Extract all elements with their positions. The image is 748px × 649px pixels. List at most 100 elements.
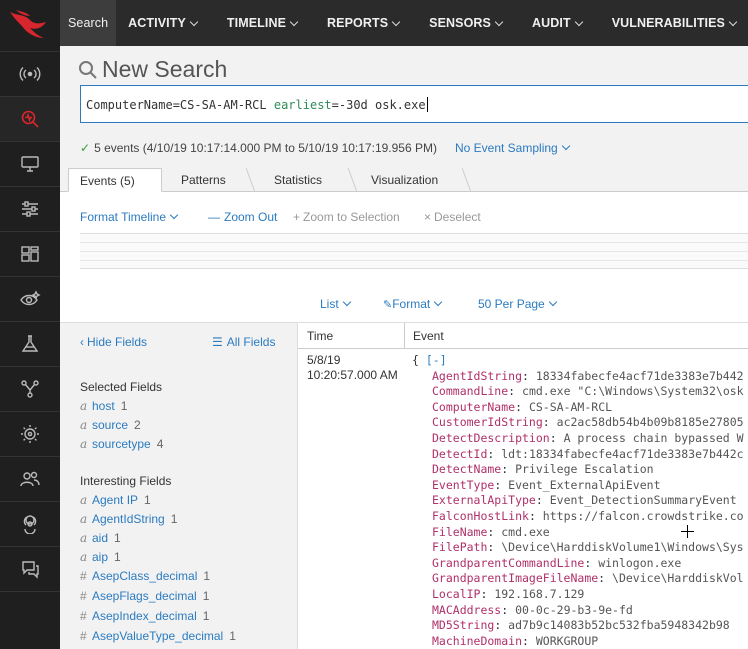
field-type-icon: a [80, 418, 88, 432]
all-fields-button[interactable]: ☰ All Fields [212, 335, 275, 349]
flask-icon[interactable] [0, 321, 60, 366]
json-key[interactable]: AgentIdString [432, 369, 522, 383]
users-icon[interactable] [0, 456, 60, 501]
json-value[interactable]: \Device\HarddiskVol [612, 571, 744, 585]
zoom-out-button[interactable]: — Zoom Out [208, 210, 277, 224]
json-key[interactable]: DetectDescription [432, 431, 550, 445]
chevron-down-icon [728, 17, 738, 26]
nav-search[interactable]: Search [60, 0, 117, 46]
tab-statistics[interactable]: Statistics [274, 168, 322, 192]
json-value[interactable]: 18334fabecfe4acf71de3383e7b442 [536, 369, 744, 383]
search-query-input[interactable]: ComputerName=CS-SA-AM-RCL earliest=-30d … [80, 85, 748, 123]
json-key[interactable]: DetectName [432, 462, 501, 476]
json-value[interactable]: Event_DetectionSummaryEvent [550, 493, 737, 507]
minus-icon: — [208, 210, 220, 224]
per-page-dropdown[interactable]: 50 Per Page [478, 297, 557, 311]
json-value[interactable]: WORKGROUP [536, 634, 598, 648]
json-value[interactable]: cmd.exe "C:\Windows\System32\osk [522, 384, 744, 398]
json-key[interactable]: LocalIP [432, 587, 480, 601]
json-key[interactable]: GrandparentImageFileName [432, 571, 598, 585]
nav-sensors-label: SENSORS [429, 16, 491, 30]
format-dropdown[interactable]: ✎ Format [383, 297, 443, 311]
json-value[interactable]: ac2ac58db54b4b09b8185e27805 [557, 415, 744, 429]
broadcast-icon[interactable] [0, 51, 60, 96]
list-view-dropdown[interactable]: List [320, 297, 351, 311]
tab-patterns[interactable]: Patterns [181, 168, 226, 192]
json-key[interactable]: MD5String [432, 618, 494, 632]
json-value[interactable]: ldt:18334fabecfe4acf71de3383e7b442c [501, 447, 743, 461]
column-header-event[interactable]: Event [413, 329, 444, 343]
tab-patterns-label: Patterns [181, 173, 226, 187]
target-icon[interactable] [0, 411, 60, 456]
timeline-chart[interactable] [80, 233, 748, 269]
json-value[interactable]: A process chain bypassed W [564, 431, 744, 445]
dashboard-icon[interactable] [0, 231, 60, 276]
json-value[interactable]: Event_ExternalApiEvent [508, 478, 660, 492]
tab-statistics-label: Statistics [274, 173, 323, 187]
json-value[interactable]: \Device\HarddiskVolume1\Windows\Sys [501, 540, 743, 554]
field-item[interactable]: # AsepIndex_decimal 1 [80, 609, 209, 623]
monitor-icon[interactable] [0, 141, 60, 186]
field-item[interactable]: # AsepValueType_decimal 1 [80, 629, 236, 643]
nav-sensors[interactable]: SENSORS [417, 0, 514, 46]
json-key[interactable]: FileName [432, 525, 487, 539]
nav-vulnerabilities[interactable]: VULNERABILITIES [600, 0, 748, 46]
event-sampling-dropdown[interactable]: No Event Sampling [455, 141, 570, 155]
close-icon: × [424, 210, 432, 224]
field-item[interactable]: # AsepClass_decimal 1 [80, 569, 210, 583]
nav-audit[interactable]: AUDIT [520, 0, 594, 46]
field-name: aid [92, 531, 109, 545]
json-key[interactable]: FilePath [432, 540, 487, 554]
hide-fields-button[interactable]: ‹ Hide Fields [80, 335, 147, 349]
json-value[interactable]: Privilege Escalation [515, 462, 653, 476]
field-item[interactable]: a source 2 [80, 418, 141, 432]
json-key[interactable]: CommandLine [432, 384, 508, 398]
tab-events[interactable]: Events (5) [68, 168, 162, 192]
field-item[interactable]: a sourcetype 4 [80, 437, 163, 451]
json-key[interactable]: ComputerName [432, 400, 515, 414]
chat-icon[interactable] [0, 546, 60, 591]
json-key[interactable]: GrandparentCommandLine [432, 556, 584, 570]
field-item[interactable]: a aid 1 [80, 531, 121, 545]
json-value[interactable]: winlogon.exe [598, 556, 681, 570]
json-key[interactable]: MachineDomain [432, 634, 522, 648]
json-key[interactable]: MACAddress [432, 603, 501, 617]
json-value[interactable]: 00-0c-29-b3-9e-fd [515, 603, 633, 617]
json-value[interactable]: https://falcon.crowdstrike.co [543, 509, 744, 523]
nav-reports[interactable]: REPORTS [315, 0, 411, 46]
field-item[interactable]: # AsepFlags_decimal 1 [80, 589, 209, 603]
falcon-logo-icon[interactable] [0, 0, 60, 46]
json-value[interactable]: cmd.exe [501, 525, 549, 539]
field-item[interactable]: a host 1 [80, 399, 127, 413]
deselect-button[interactable]: × Deselect [424, 210, 481, 224]
field-name: sourcetype [92, 437, 151, 451]
field-type-icon: a [80, 550, 88, 564]
all-fields-label: All Fields [226, 335, 276, 349]
json-field-row: DetectDescription: A process chain bypas… [432, 430, 744, 445]
json-key[interactable]: EventType [432, 478, 494, 492]
biohazard-icon[interactable] [0, 501, 60, 546]
field-count: 4 [156, 437, 164, 451]
zoom-to-selection-button[interactable]: + Zoom to Selection [293, 210, 400, 224]
tab-divider [245, 168, 256, 192]
json-key[interactable]: DetectId [432, 447, 487, 461]
field-item[interactable]: a aip 1 [80, 550, 121, 564]
field-item[interactable]: a Agent IP 1 [80, 493, 151, 507]
collapse-toggle[interactable]: [-] [426, 353, 447, 367]
nav-timeline[interactable]: TIMELINE [215, 0, 309, 46]
json-value[interactable]: CS-SA-AM-RCL [529, 400, 612, 414]
field-item[interactable]: a AgentIdString 1 [80, 512, 177, 526]
json-key[interactable]: FalconHostLink [432, 509, 529, 523]
json-value[interactable]: 192.168.7.129 [494, 587, 584, 601]
sliders-icon[interactable] [0, 186, 60, 231]
json-value[interactable]: ad7b9c14083b52bc532fba5948342b98 [508, 618, 730, 632]
column-header-time[interactable]: Time [307, 329, 333, 343]
json-key[interactable]: CustomerIdString [432, 415, 543, 429]
search-activity-icon[interactable] [0, 96, 60, 141]
tab-visualization[interactable]: Visualization [371, 168, 438, 192]
nav-activity[interactable]: ACTIVITY [116, 0, 209, 46]
format-timeline-button[interactable]: Format Timeline [80, 210, 179, 224]
network-graph-icon[interactable] [0, 366, 60, 411]
eye-sparkle-icon[interactable] [0, 276, 60, 321]
json-key[interactable]: ExternalApiType [432, 493, 536, 507]
